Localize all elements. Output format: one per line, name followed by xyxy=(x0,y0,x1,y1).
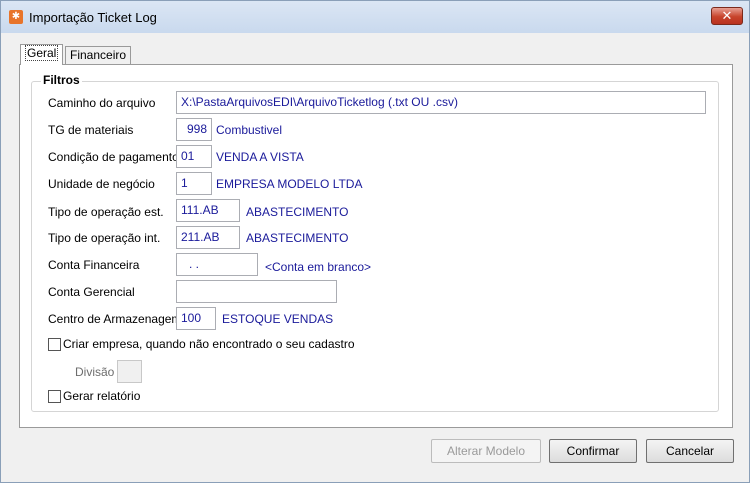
gerar-relatorio-checkbox[interactable] xyxy=(48,390,61,403)
tipo-op-int-input[interactable]: 211.AB xyxy=(176,226,240,249)
conta-fin-input[interactable]: . . xyxy=(176,253,258,276)
cancelar-button[interactable]: Cancelar xyxy=(646,439,734,463)
centro-desc: ESTOQUE VENDAS xyxy=(222,312,334,326)
divisao-label: Divisão xyxy=(75,365,115,379)
alterar-modelo-button[interactable]: Alterar Modelo xyxy=(431,439,541,463)
caminho-label: Caminho do arquivo xyxy=(48,96,156,110)
conta-fin-label: Conta Financeira xyxy=(48,258,140,272)
unidade-input[interactable]: 1 xyxy=(176,172,212,195)
close-button[interactable]: ✕ xyxy=(711,7,743,25)
conta-ger-input[interactable] xyxy=(176,280,337,303)
unidade-label: Unidade de negócio xyxy=(48,177,155,191)
condicao-desc: VENDA A VISTA xyxy=(216,150,304,164)
gerar-relatorio-label[interactable]: Gerar relatório xyxy=(63,389,140,403)
tg-materiais-input[interactable]: 998 xyxy=(176,118,212,141)
criar-empresa-checkbox[interactable] xyxy=(48,338,61,351)
tab-geral-label: Geral xyxy=(25,45,59,61)
filtros-group-title: Filtros xyxy=(41,73,82,87)
app-icon: ✱ xyxy=(9,10,23,24)
conta-fin-desc: <Conta em branco> xyxy=(265,260,372,274)
dialog-window: ✱ Importação Ticket Log ✕ Geral Financei… xyxy=(0,0,750,483)
unidade-desc: EMPRESA MODELO LTDA xyxy=(216,177,363,191)
title-bar[interactable]: ✱ Importação Ticket Log ✕ xyxy=(1,1,749,33)
tg-materiais-desc: Combustivel xyxy=(216,123,283,137)
criar-empresa-label[interactable]: Criar empresa, quando não encontrado o s… xyxy=(63,337,355,351)
confirmar-button[interactable]: Confirmar xyxy=(549,439,637,463)
tipo-op-est-label: Tipo de operação est. xyxy=(48,205,164,219)
conta-ger-label: Conta Gerencial xyxy=(48,285,135,299)
tg-materiais-label: TG de materiais xyxy=(48,123,134,137)
tab-geral[interactable]: Geral xyxy=(20,44,64,65)
condicao-input[interactable]: 01 xyxy=(176,145,212,168)
divisao-input xyxy=(117,360,142,383)
tab-financeiro[interactable]: Financeiro xyxy=(65,46,132,64)
tipo-op-int-desc: ABASTECIMENTO xyxy=(246,231,349,245)
tipo-op-int-label: Tipo de operação int. xyxy=(48,231,161,245)
tab-financeiro-label: Financeiro xyxy=(70,48,127,62)
tipo-op-est-desc: ABASTECIMENTO xyxy=(246,205,349,219)
window-title: Importação Ticket Log xyxy=(29,10,157,25)
condicao-label: Condição de pagamento xyxy=(48,150,179,164)
tipo-op-est-input[interactable]: 111.AB xyxy=(176,199,240,222)
centro-input[interactable]: 100 xyxy=(176,307,216,330)
centro-label: Centro de Armazenagem xyxy=(48,312,182,326)
caminho-input[interactable]: X:\PastaArquivosEDI\ArquivoTicketlog (.t… xyxy=(176,91,706,114)
